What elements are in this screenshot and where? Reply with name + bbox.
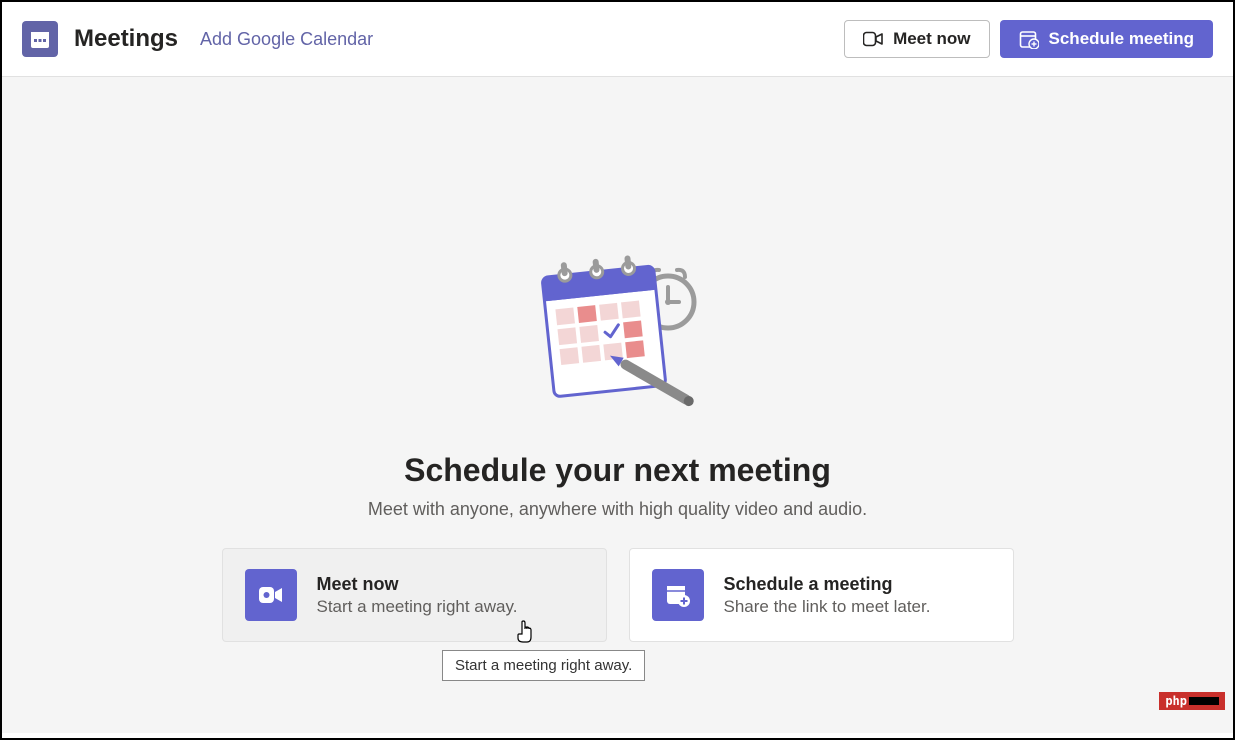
schedule-card-title: Schedule a meeting — [724, 574, 931, 595]
meet-now-card-icon-box — [245, 569, 297, 621]
calendar-app-icon — [22, 21, 58, 57]
video-icon — [258, 584, 284, 606]
main-content: Schedule your next meeting Meet with any… — [2, 77, 1233, 733]
main-subheading: Meet with anyone, anywhere with high qua… — [368, 499, 867, 520]
add-google-calendar-link[interactable]: Add Google Calendar — [200, 29, 373, 50]
video-icon — [863, 31, 883, 47]
schedule-card-icon-box — [652, 569, 704, 621]
main-heading: Schedule your next meeting — [404, 452, 831, 489]
tooltip: Start a meeting right away. — [442, 650, 645, 681]
meet-now-card-text: Meet now Start a meeting right away. — [317, 574, 518, 617]
header-bar: Meetings Add Google Calendar Meet now Sc… — [2, 2, 1233, 77]
watermark-tail — [1189, 697, 1219, 705]
watermark: php — [1159, 692, 1225, 710]
watermark-text: php — [1165, 694, 1187, 708]
action-cards: Meet now Start a meeting right away. Sch… — [222, 548, 1014, 642]
schedule-card-subtitle: Share the link to meet later. — [724, 597, 931, 617]
schedule-meeting-header-button[interactable]: Schedule meeting — [1000, 20, 1213, 58]
meet-now-header-label: Meet now — [893, 29, 970, 49]
calendar-icon — [30, 29, 50, 49]
meet-now-header-button[interactable]: Meet now — [844, 20, 989, 58]
calendar-add-icon — [665, 582, 691, 608]
schedule-card-text: Schedule a meeting Share the link to mee… — [724, 574, 931, 617]
page-title: Meetings — [74, 25, 178, 53]
schedule-meeting-header-label: Schedule meeting — [1049, 29, 1194, 49]
meet-now-card[interactable]: Meet now Start a meeting right away. — [222, 548, 607, 642]
schedule-meeting-card[interactable]: Schedule a meeting Share the link to mee… — [629, 548, 1014, 642]
calendar-illustration — [523, 247, 713, 422]
meet-now-card-title: Meet now — [317, 574, 518, 595]
meet-now-card-subtitle: Start a meeting right away. — [317, 597, 518, 617]
calendar-add-icon — [1019, 29, 1039, 49]
